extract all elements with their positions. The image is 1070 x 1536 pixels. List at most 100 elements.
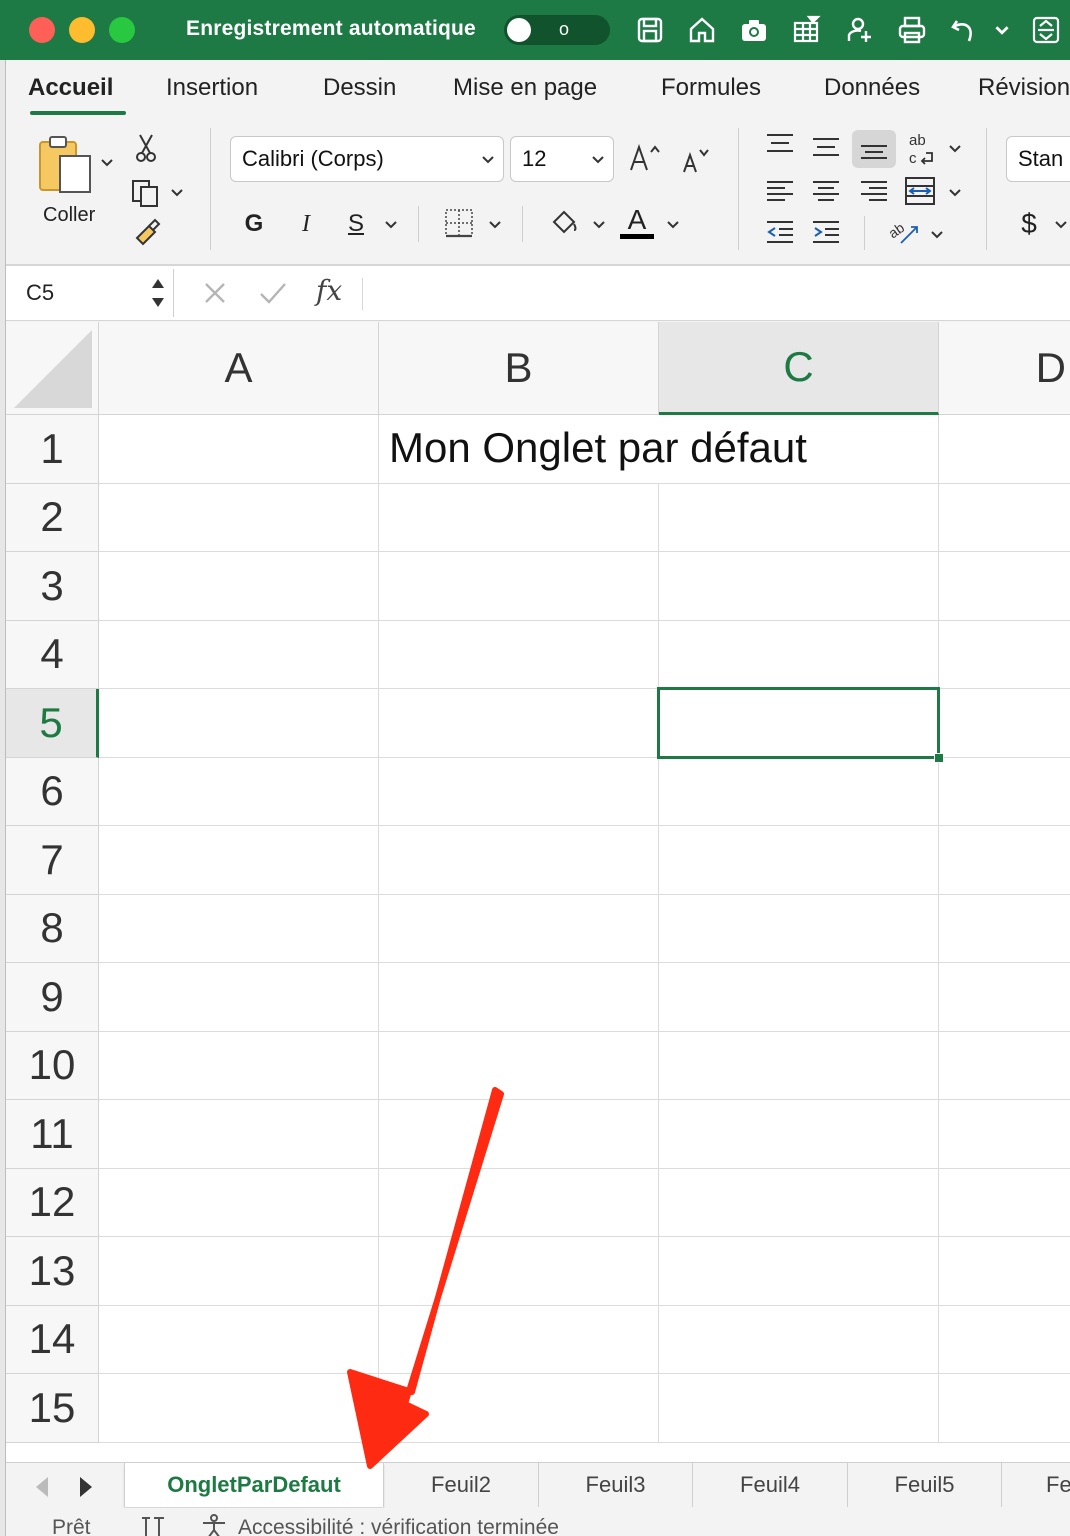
sheet-tab-partial[interactable]: Fe	[1002, 1463, 1070, 1507]
borders-dropdown-icon[interactable]	[486, 216, 504, 234]
name-box[interactable]: C5	[12, 269, 174, 317]
macro-recording-icon[interactable]	[138, 1516, 168, 1536]
tab-formules[interactable]: Formules	[661, 74, 761, 102]
row-header-14[interactable]: 14	[6, 1305, 99, 1374]
row-header-4[interactable]: 4	[6, 620, 99, 689]
sheet-tab-feuil3[interactable]: Feuil3	[539, 1463, 693, 1507]
cell-a2[interactable]	[99, 483, 379, 552]
tab-insertion[interactable]: Insertion	[166, 74, 258, 102]
currency-button[interactable]: $	[1014, 204, 1044, 244]
cell-d9[interactable]	[939, 963, 1070, 1032]
cell-c12[interactable]	[659, 1168, 939, 1237]
cell-d3[interactable]	[939, 552, 1070, 621]
italic-button[interactable]: I	[288, 204, 324, 244]
stepper-icon[interactable]	[151, 277, 165, 309]
accessibility-icon[interactable]	[200, 1514, 228, 1536]
align-top-icon[interactable]	[762, 130, 798, 158]
bold-button[interactable]: G	[236, 204, 272, 244]
tab-revision[interactable]: Révision	[978, 74, 1070, 102]
cell-d1[interactable]	[939, 415, 1070, 484]
cell-b3[interactable]	[379, 552, 659, 621]
row-header-7[interactable]: 7	[6, 826, 99, 895]
next-sheet-icon[interactable]	[76, 1475, 96, 1499]
cell-c10[interactable]	[659, 1031, 939, 1100]
fill-color-icon[interactable]	[546, 204, 582, 240]
share-person-icon[interactable]	[842, 12, 878, 48]
camera-icon[interactable]	[736, 12, 772, 48]
cell-c7[interactable]	[659, 826, 939, 895]
table-edit-icon[interactable]	[788, 12, 824, 48]
column-header-c[interactable]: C	[659, 322, 939, 415]
cell-b15[interactable]	[379, 1374, 659, 1443]
formula-input[interactable]	[376, 276, 1056, 312]
row-header-3[interactable]: 3	[6, 552, 99, 621]
status-accessibility[interactable]: Accessibilité : vérification terminée	[238, 1516, 559, 1536]
cancel-icon[interactable]	[202, 280, 228, 306]
increase-font-size-icon[interactable]	[624, 136, 666, 180]
cell-d4[interactable]	[939, 621, 1070, 689]
previous-sheet-icon[interactable]	[32, 1475, 52, 1499]
orientation-icon[interactable]: ab	[884, 216, 924, 248]
increase-indent-icon[interactable]	[808, 216, 844, 248]
cell-a3[interactable]	[99, 552, 379, 621]
cell-a9[interactable]	[99, 963, 379, 1032]
customize-toolbar-icon[interactable]	[1028, 12, 1064, 48]
cell-d7[interactable]	[939, 826, 1070, 895]
underline-dropdown-icon[interactable]	[382, 216, 400, 234]
undo-icon[interactable]	[946, 12, 982, 48]
column-header-b[interactable]: B	[379, 322, 659, 415]
number-format-combo[interactable]: Stan	[1006, 136, 1070, 182]
cell-a13[interactable]	[99, 1237, 379, 1306]
cell-c15[interactable]	[659, 1374, 939, 1443]
cell-b8[interactable]	[379, 894, 659, 963]
cell-d8[interactable]	[939, 895, 1070, 963]
cell-a5[interactable]	[99, 689, 379, 758]
row-header-5[interactable]: 5	[6, 689, 99, 758]
cut-icon[interactable]	[132, 132, 160, 164]
row-header-12[interactable]: 12	[6, 1168, 99, 1237]
wrap-text-icon[interactable]: ab c	[904, 130, 940, 168]
cell-c13[interactable]	[659, 1237, 939, 1306]
cell-b10[interactable]	[379, 1031, 659, 1100]
merge-center-icon[interactable]	[902, 174, 938, 208]
cell-b4[interactable]	[379, 620, 659, 689]
cell-c11[interactable]	[659, 1100, 939, 1169]
minimize-window-button[interactable]	[69, 17, 95, 43]
decrease-indent-icon[interactable]	[762, 216, 798, 248]
save-icon[interactable]	[632, 12, 668, 48]
cell-b2[interactable]	[379, 483, 659, 552]
undo-dropdown-icon[interactable]	[988, 12, 1016, 48]
format-painter-icon[interactable]	[130, 216, 162, 250]
merge-dropdown-icon[interactable]	[946, 184, 964, 202]
row-header-9[interactable]: 9	[6, 963, 99, 1032]
row-header-6[interactable]: 6	[6, 757, 99, 826]
paste-icon[interactable]	[32, 134, 98, 196]
sheet-tab-feuil4[interactable]: Feuil4	[693, 1463, 848, 1507]
cell-a11[interactable]	[99, 1100, 379, 1169]
cell-a7[interactable]	[99, 826, 379, 895]
copy-icon[interactable]	[128, 176, 164, 210]
autosave-toggle[interactable]: o	[504, 15, 610, 45]
cell-c3[interactable]	[659, 552, 939, 621]
font-name-combo[interactable]: Calibri (Corps)	[230, 136, 504, 182]
row-header-11[interactable]: 11	[6, 1100, 99, 1169]
active-cell-selection[interactable]	[657, 687, 940, 759]
row-header-8[interactable]: 8	[6, 894, 99, 963]
decrease-font-size-icon[interactable]	[676, 140, 716, 180]
cell-a6[interactable]	[99, 757, 379, 826]
row-header-15[interactable]: 15	[6, 1374, 99, 1443]
cell-b7[interactable]	[379, 826, 659, 895]
cell-b14[interactable]	[379, 1305, 659, 1374]
align-bottom-icon[interactable]	[852, 130, 896, 168]
cell-d15[interactable]	[939, 1374, 1070, 1443]
cell-a12[interactable]	[99, 1168, 379, 1237]
cell-b9[interactable]	[379, 963, 659, 1032]
zoom-window-button[interactable]	[109, 17, 135, 43]
wrap-text-dropdown-icon[interactable]	[946, 140, 964, 158]
sheet-tab-feuil5[interactable]: Feuil5	[848, 1463, 1002, 1507]
cell-b13[interactable]	[379, 1237, 659, 1306]
cell-b11[interactable]	[379, 1100, 659, 1169]
tab-mise-en-page[interactable]: Mise en page	[453, 74, 597, 102]
cell-d12[interactable]	[939, 1169, 1070, 1237]
font-color-dropdown-icon[interactable]	[664, 216, 682, 234]
